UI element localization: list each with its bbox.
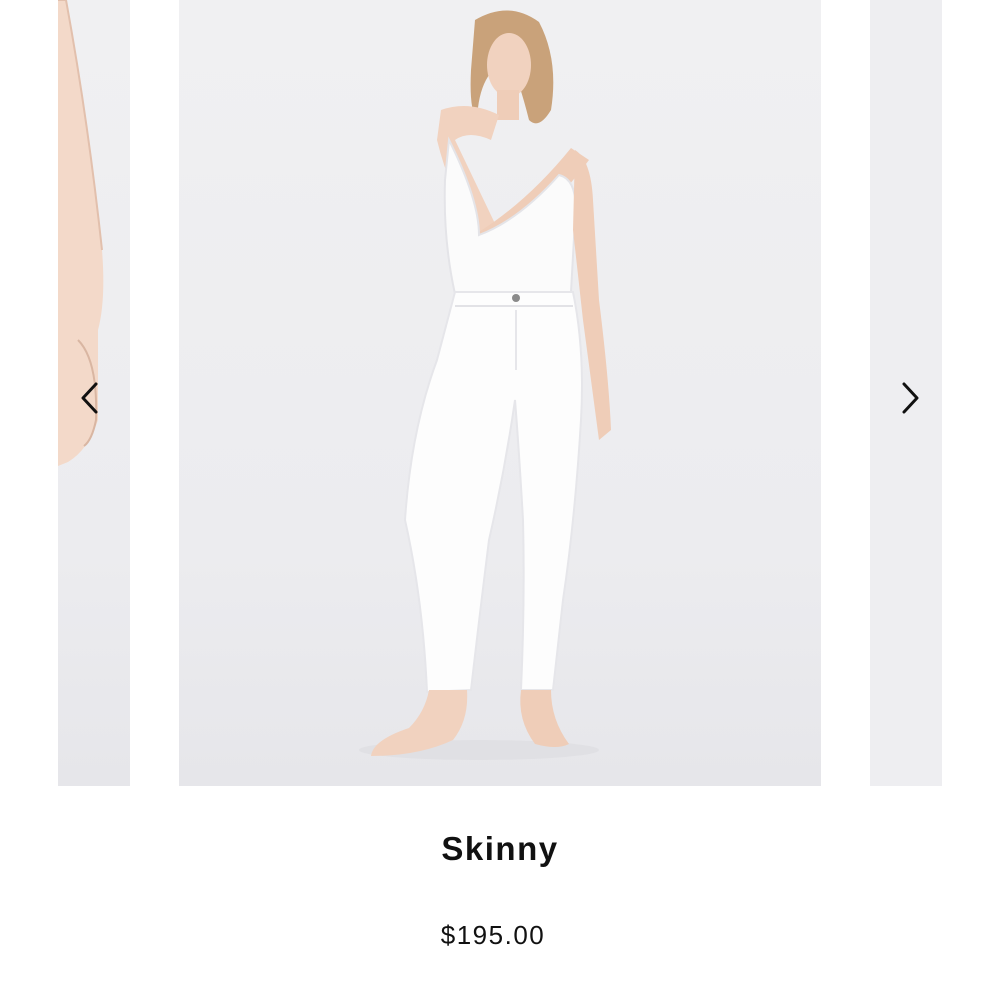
product-image-carousel [0,0,1000,786]
main-product-image[interactable] [179,0,821,786]
carousel-previous-button[interactable] [70,378,110,418]
chevron-left-icon [81,382,98,414]
product-page: Skinny $195.00 [0,0,1000,1000]
chevron-right-icon [902,382,919,414]
product-name[interactable]: Skinny [0,830,1000,868]
product-price: $195.00 [440,920,546,950]
carousel-next-button[interactable] [890,378,930,418]
model-illustration [359,10,611,760]
